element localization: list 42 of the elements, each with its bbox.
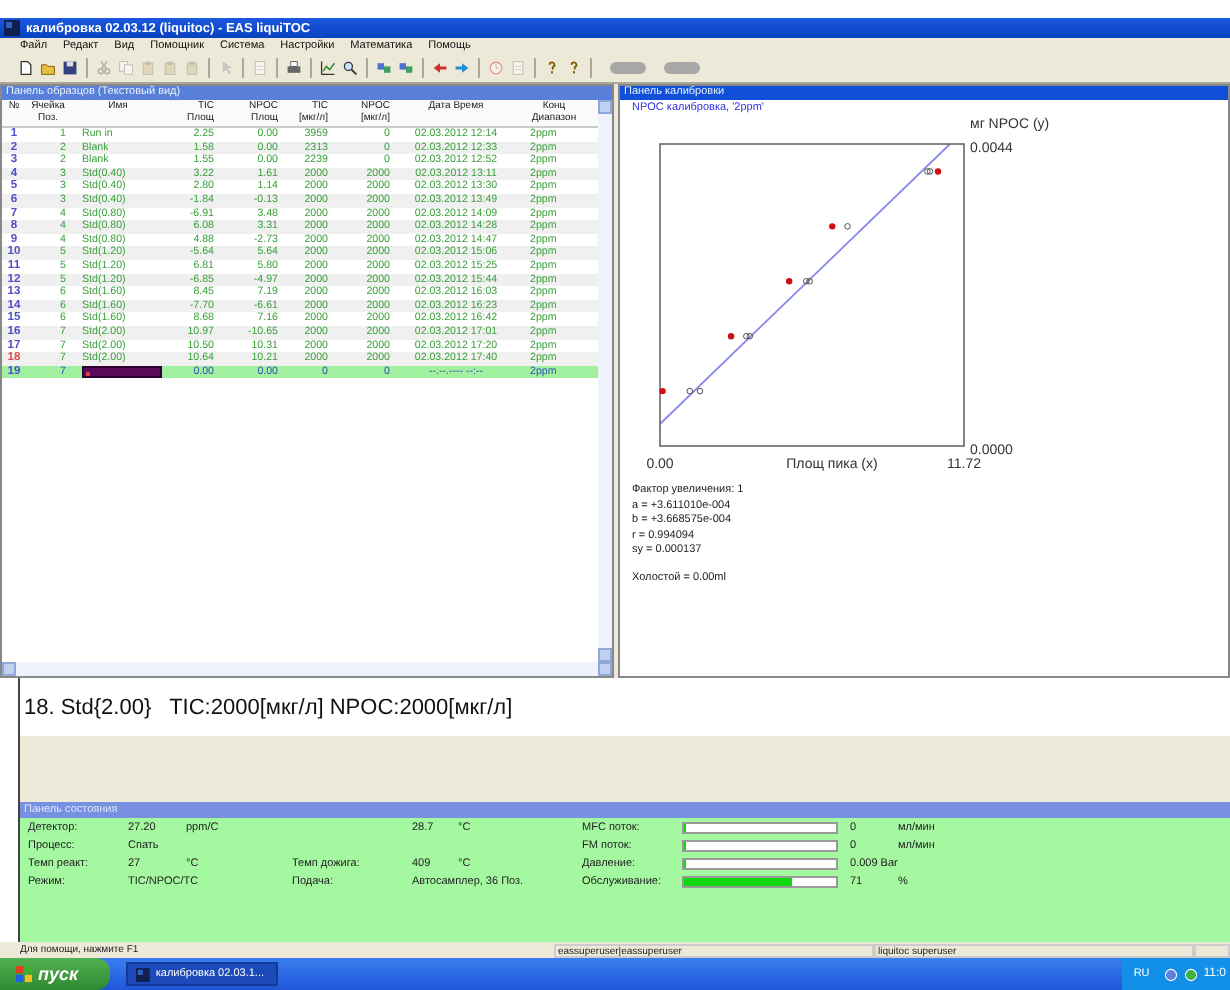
scissors-icon — [96, 60, 112, 76]
app-icon — [4, 20, 20, 36]
sample-info-text: 18. Std{2.00} TIC:2000[мкг/л] NPOC:2000[мкг/л] — [22, 695, 513, 719]
vertical-scrollbar[interactable] — [598, 100, 612, 662]
copy-icon — [118, 60, 134, 76]
search-icon — [342, 60, 358, 76]
page-icon — [510, 60, 526, 76]
start-button[interactable]: пуск — [0, 958, 110, 990]
windows-flag-icon — [16, 966, 32, 982]
status-icon[interactable] — [1183, 967, 1198, 981]
toolbar-button[interactable] — [284, 57, 304, 79]
status-bar-pane — [1194, 943, 1230, 957]
scroll-right-button[interactable] — [598, 662, 612, 676]
clock-icon — [488, 60, 504, 76]
cursor-icon — [218, 60, 234, 76]
arrow-left-icon — [432, 60, 448, 76]
network-icon[interactable] — [1163, 967, 1178, 981]
arrow-right-icon — [454, 60, 470, 76]
toolbar-button[interactable] — [16, 57, 36, 79]
toolbar-button[interactable] — [318, 57, 338, 79]
swap-icon — [398, 60, 414, 76]
app-icon — [136, 967, 150, 981]
printer-icon — [286, 60, 302, 76]
chart-icon — [320, 60, 336, 76]
folder-icon — [40, 60, 56, 76]
horizontal-scrollbar[interactable] — [2, 662, 612, 676]
save-icon — [62, 60, 78, 76]
toggle-icon — [662, 60, 702, 76]
scroll-down-button[interactable] — [598, 648, 612, 662]
clipboard-icon — [140, 60, 156, 76]
help-icon — [566, 60, 582, 76]
toggle-icon — [608, 60, 648, 76]
help-icon — [544, 60, 560, 76]
scroll-up-button[interactable] — [598, 100, 612, 114]
page-icon — [252, 60, 268, 76]
swap-icon — [376, 60, 392, 76]
clipboard-icon — [162, 60, 178, 76]
document-icon — [18, 60, 34, 76]
clipboard-icon — [184, 60, 200, 76]
toolbar-button[interactable] — [340, 57, 360, 79]
scroll-left-button[interactable] — [2, 662, 16, 676]
toolbar-button[interactable] — [60, 57, 80, 79]
